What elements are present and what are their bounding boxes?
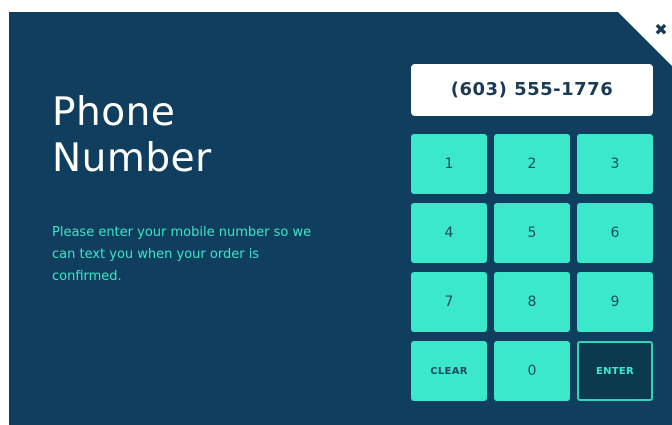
title-line-1: Phone (52, 90, 176, 135)
enter-button[interactable]: ENTER (577, 341, 653, 401)
phone-number-display: (603) 555-1776 (411, 64, 653, 116)
clear-button[interactable]: CLEAR (411, 341, 487, 401)
instructions-text: Please enter your mobile number so we ca… (52, 225, 312, 284)
keypad: 1 2 3 4 5 6 7 8 9 CLEAR 0 ENTER (411, 134, 653, 401)
key-3[interactable]: 3 (577, 134, 653, 194)
key-6[interactable]: 6 (577, 203, 653, 263)
key-7[interactable]: 7 (411, 272, 487, 332)
key-4[interactable]: 4 (411, 203, 487, 263)
key-9[interactable]: 9 (577, 272, 653, 332)
key-8[interactable]: 8 (494, 272, 570, 332)
key-5[interactable]: 5 (494, 203, 570, 263)
page-title: Phone Number (52, 90, 212, 182)
key-2[interactable]: 2 (494, 134, 570, 194)
key-0[interactable]: 0 (494, 341, 570, 401)
key-1[interactable]: 1 (411, 134, 487, 194)
close-icon[interactable]: ✖ (651, 20, 671, 40)
title-line-2: Number (52, 136, 212, 181)
